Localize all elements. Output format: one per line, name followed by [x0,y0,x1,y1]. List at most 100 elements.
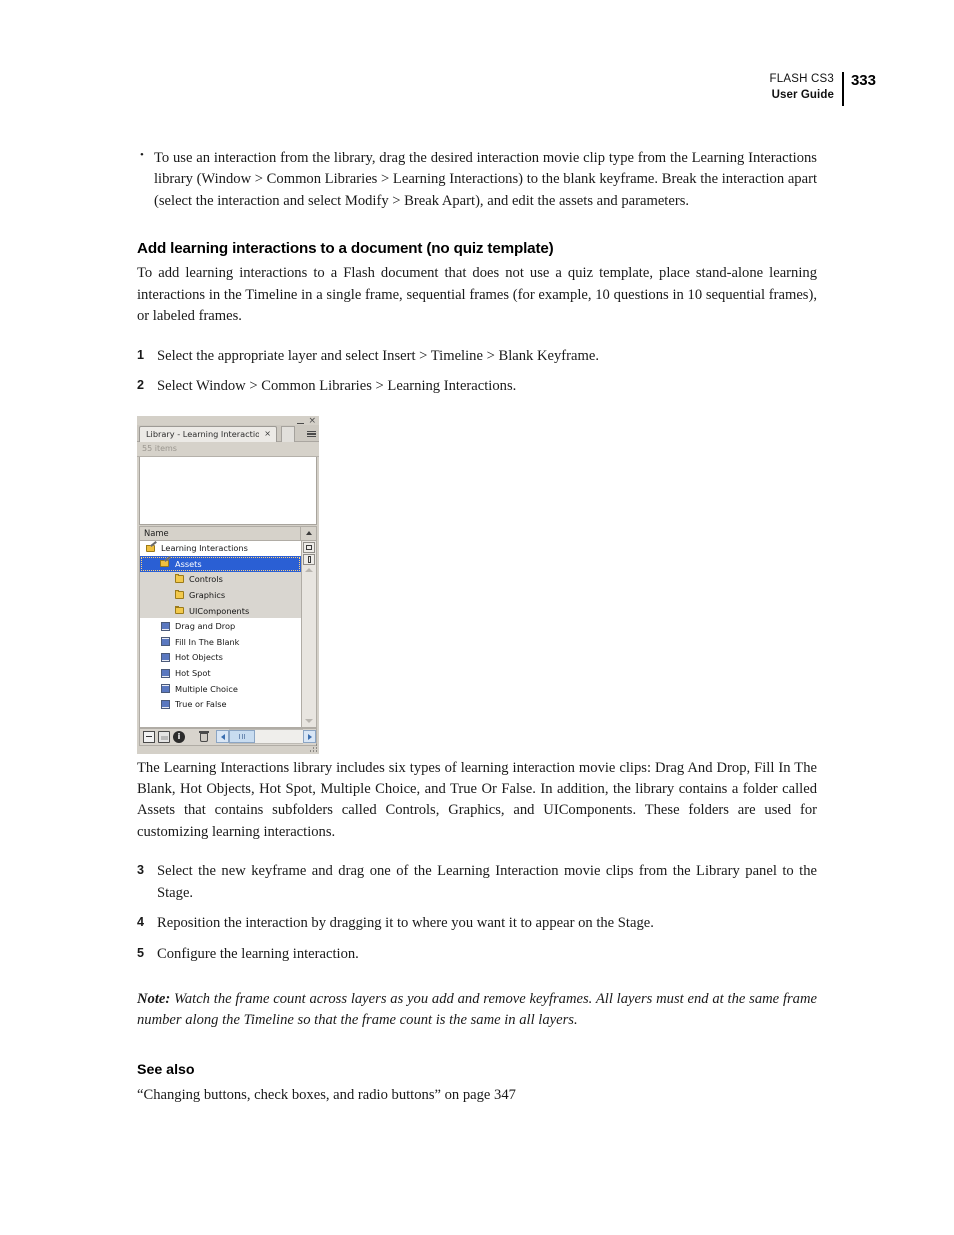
header-divider-rule [841,72,844,106]
close-icon[interactable]: × [308,416,316,425]
tab-close-icon[interactable]: × [264,430,271,438]
list-item[interactable]: Controls [140,571,301,588]
movieclip-icon [160,637,171,647]
list-item[interactable]: Drag and Drop [140,618,301,634]
step-text: Select Window > Common Libraries > Learn… [157,378,517,395]
list-item-label: Drag and Drop [175,621,236,632]
list-item-label: Fill In The Blank [175,636,240,647]
note-text: Watch the frame count across layers as y… [137,991,817,1029]
column-header-row: Name [139,525,317,541]
folder-pencil-icon [146,543,157,553]
list-item-label: True or False [175,699,227,710]
note-paragraph: Note: Watch the frame count across layer… [137,989,817,1032]
tab-spacer [281,425,295,442]
tab-label: Library - Learning Interactions... [146,429,260,439]
wide-library-view-button[interactable] [303,541,315,553]
tab-library-learning-interactions[interactable]: Library - Learning Interactions... × [139,425,277,442]
movieclip-icon [160,668,171,678]
step-text: Reposition the interaction by dragging i… [157,915,654,932]
library-side-strip [301,540,317,728]
see-also-link[interactable]: “Changing buttons, check boxes, and radi… [137,1085,817,1106]
scrollbar-thumb[interactable] [229,730,255,743]
steps-list-first: 1 Select the appropriate layer and selec… [137,346,817,398]
list-item-label: Graphics [189,590,226,601]
narrow-library-view-button[interactable] [303,553,315,565]
scroll-left-arrow[interactable] [216,730,229,743]
list-item-label: Assets [175,558,202,569]
folder-icon [174,590,185,600]
steps-list-second: 3 Select the new keyframe and drag one o… [137,861,817,965]
column-header-name[interactable]: Name [140,528,300,538]
list-item[interactable]: True or False [140,696,301,712]
library-bottom-toolbar: i [139,727,317,746]
movieclip-icon [160,652,171,662]
folder-icon [174,574,185,584]
scroll-down-arrow[interactable] [303,717,314,725]
trash-icon[interactable] [198,731,210,743]
step-number: 3 [137,863,145,878]
library-tree-list[interactable]: Learning Interactions Assets Controls Gr… [139,540,301,728]
sort-ascending-icon[interactable] [300,526,316,540]
scroll-right-arrow[interactable] [303,730,316,743]
new-symbol-icon[interactable] [143,730,155,743]
step-item: 3 Select the new keyframe and drag one o… [137,861,817,904]
step-text: Select the new keyframe and drag one of … [157,863,817,901]
page-content: To use an interaction from the library, … [137,147,817,1106]
new-folder-icon[interactable] [158,730,170,743]
folder-icon [174,605,185,616]
step-number: 4 [137,915,145,930]
step-number: 2 [137,378,145,393]
intro-bullet-list: To use an interaction from the library, … [137,147,817,212]
step-item: 2 Select Window > Common Libraries > Lea… [137,376,817,397]
section-intro-paragraph: To add learning interactions to a Flash … [137,265,817,325]
items-count-label: 55 items [142,444,177,453]
list-item[interactable]: Multiple Choice [140,681,301,697]
list-item[interactable]: Graphics [140,587,301,603]
guide-name: User Guide [771,88,834,101]
library-description-paragraph: The Learning Interactions library includ… [137,759,817,840]
list-item[interactable]: Hot Spot [140,665,301,681]
step-item: 1 Select the appropriate layer and selec… [137,346,817,367]
list-item[interactable]: Hot Objects [140,650,301,666]
page-header: FLASH CS3 User Guide 333 [770,72,876,106]
list-item-selected[interactable]: Assets [140,556,301,572]
list-item-label: UIComponents [189,605,250,616]
step-item: 5 Configure the learning interaction. [137,944,817,965]
list-item[interactable]: Learning Interactions [140,541,301,557]
step-text: Select the appropriate layer and select … [157,347,599,364]
bullet-item: To use an interaction from the library, … [137,147,817,212]
step-number: 5 [137,945,145,960]
resize-grip[interactable] [308,743,317,752]
scroll-up-arrow[interactable] [304,566,315,574]
step-item: 4 Reposition the interaction by dragging… [137,913,817,934]
folder-pencil-icon [160,559,171,569]
list-item-label: Hot Spot [175,668,211,679]
page-header-text: FLASH CS3 User Guide [770,72,842,106]
movieclip-icon [160,684,171,694]
minimize-icon[interactable] [297,418,305,424]
list-item-label: Controls [189,574,223,585]
movieclip-icon [160,699,171,709]
step-text: Configure the learning interaction. [157,945,359,962]
list-item[interactable]: Fill In The Blank [140,634,301,650]
product-name: FLASH CS3 [769,73,834,85]
section-heading: Add learning interactions to a document … [137,240,554,258]
movieclip-icon [160,621,171,631]
items-count-strip: 55 items [137,441,319,457]
note-label: Note: [137,991,171,1007]
list-item-label: Learning Interactions [161,543,248,554]
list-item[interactable]: UIComponents [140,602,301,619]
horizontal-scrollbar[interactable] [216,729,316,744]
page-number: 333 [850,72,876,89]
step-number: 1 [137,347,145,362]
list-item-label: Multiple Choice [175,683,238,694]
panel-tab-bar: Library - Learning Interactions... × [137,424,319,442]
symbol-preview-area [139,456,317,525]
panel-options-icon[interactable] [303,429,316,440]
library-panel: × Library - Learning Interactions... × 5… [137,415,319,754]
library-panel-figure: × Library - Learning Interactions... × 5… [137,415,319,754]
see-also-heading: See also [137,1061,195,1078]
list-item-label: Hot Objects [175,652,223,663]
properties-icon[interactable]: i [173,730,185,743]
scrollbar-track[interactable] [229,729,303,744]
